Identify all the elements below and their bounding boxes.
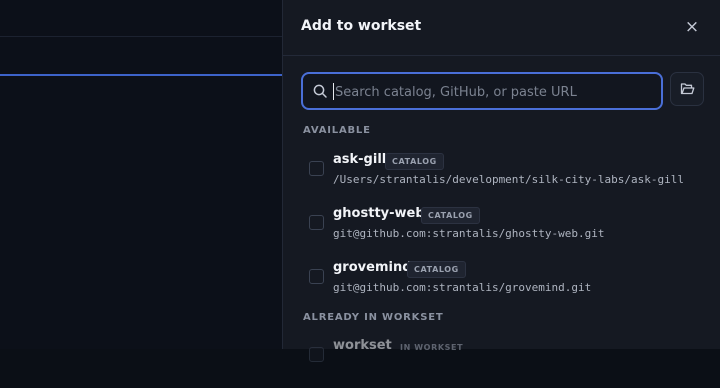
item-name: grovemind	[333, 260, 412, 275]
item-name: ask-gill	[333, 152, 387, 167]
text-cursor	[333, 83, 334, 100]
background-active-indicator	[0, 74, 282, 76]
item-checkbox	[309, 347, 324, 362]
section-label-already-in-workset: ALREADY IN WORKSET	[303, 312, 444, 323]
item-path: git@github.com:strantalis/ghostty-web.gi…	[333, 227, 605, 240]
item-name: ghostty-web	[333, 206, 425, 221]
close-icon: ×	[684, 17, 700, 37]
background-app	[0, 0, 282, 349]
list-item[interactable]: ask-gill CATALOG /Users/strantalis/devel…	[283, 152, 720, 202]
item-path: git@github.com:strantalis/grovemind.git	[333, 281, 592, 294]
search-field[interactable]	[301, 72, 663, 110]
catalog-badge: CATALOG	[385, 153, 444, 170]
browse-folder-button[interactable]	[670, 72, 704, 106]
item-path: /Users/strantalis/development/silk-city-…	[333, 173, 684, 186]
list-item[interactable]: grovemind CATALOG git@github.com:stranta…	[283, 260, 720, 310]
list-item[interactable]: ghostty-web CATALOG git@github.com:stran…	[283, 206, 720, 256]
panel-header: Add to workset ×	[283, 0, 720, 56]
item-name: workset	[333, 338, 392, 353]
in-workset-badge: IN WORKSET	[400, 343, 464, 352]
folder-open-icon	[680, 83, 695, 95]
panel-title: Add to workset	[301, 18, 422, 34]
close-button[interactable]: ×	[682, 16, 702, 38]
item-checkbox[interactable]	[309, 215, 324, 230]
search-input[interactable]	[333, 80, 657, 104]
background-divider	[0, 36, 282, 37]
item-checkbox[interactable]	[309, 161, 324, 176]
list-item: workset IN WORKSET	[283, 338, 720, 388]
add-to-workset-panel: Add to workset × AVAILABLE ask-gill CATA…	[282, 0, 720, 362]
catalog-badge: CATALOG	[421, 207, 480, 224]
catalog-badge: CATALOG	[407, 261, 466, 278]
section-label-available: AVAILABLE	[303, 125, 371, 136]
search-icon	[312, 83, 328, 99]
item-checkbox[interactable]	[309, 269, 324, 284]
